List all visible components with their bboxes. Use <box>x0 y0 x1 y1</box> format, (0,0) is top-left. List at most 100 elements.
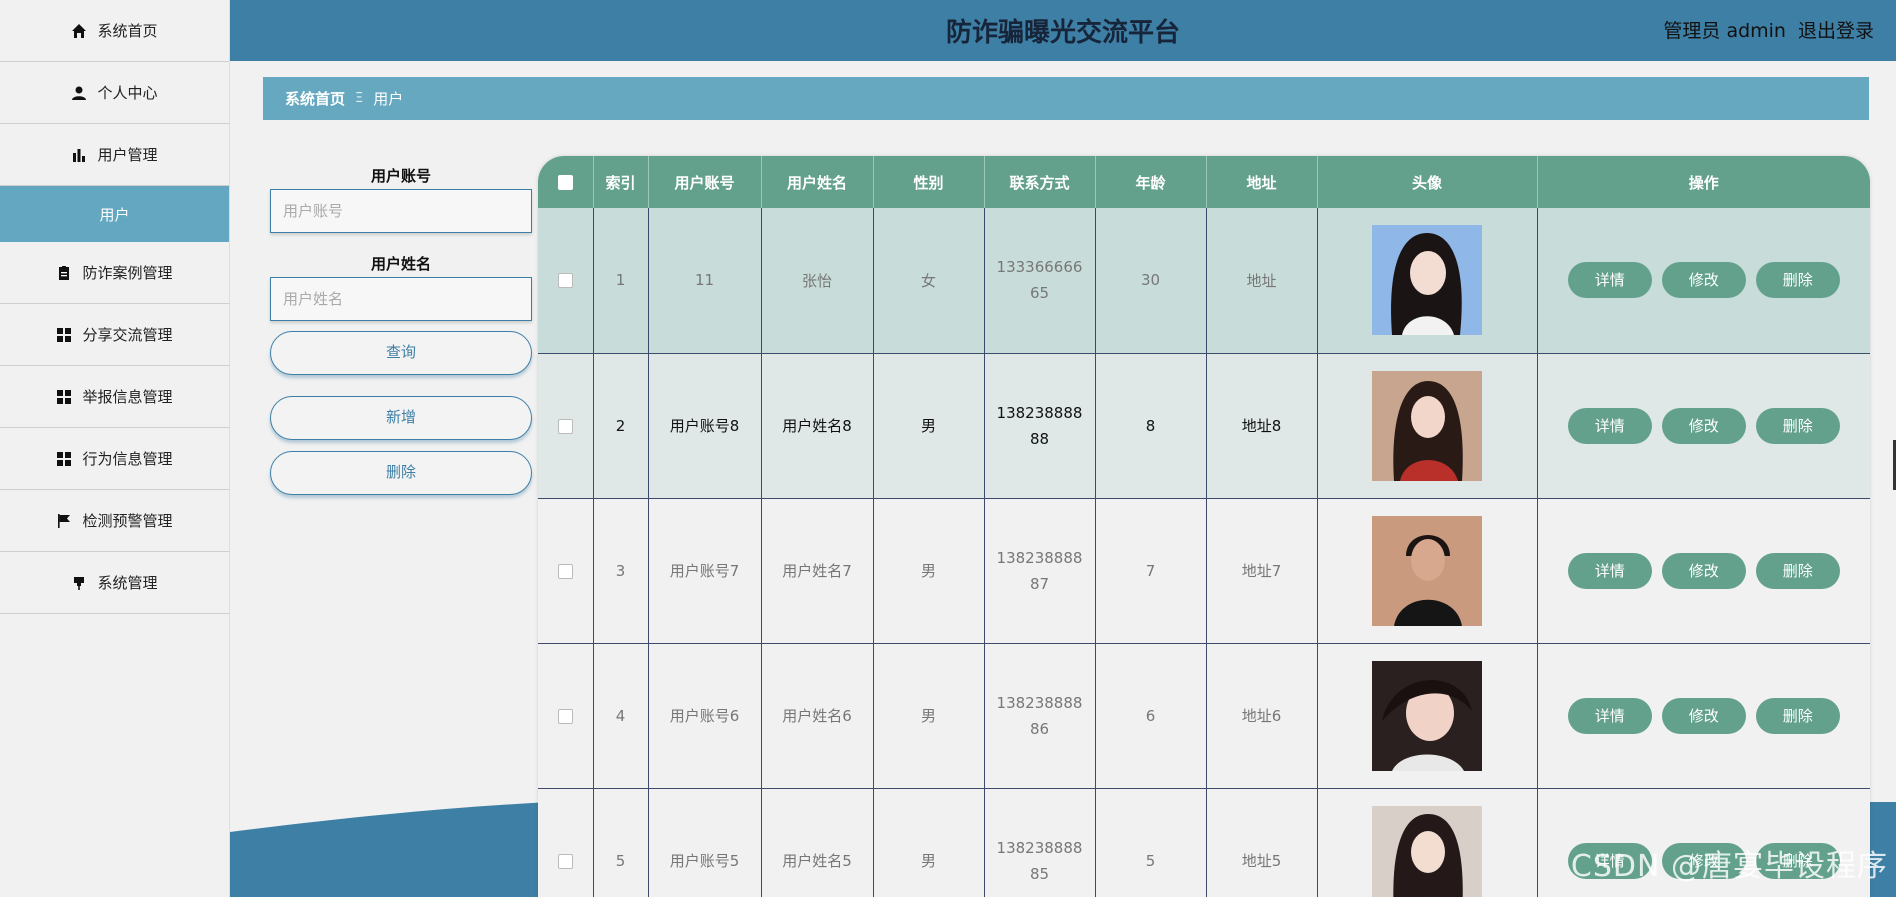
account-label: 用户账号 <box>370 167 431 185</box>
row-checkbox[interactable] <box>557 853 573 869</box>
delete-button[interactable]: 删除 <box>1755 262 1840 299</box>
cell-name: 用户姓名8 <box>761 353 874 499</box>
cell-name: 用户姓名5 <box>761 788 874 897</box>
sidebar-item-label: 用户 <box>99 205 130 224</box>
select-all-checkbox[interactable] <box>557 175 573 190</box>
bar-chart-icon <box>73 148 86 162</box>
sidebar-item-label: 行为信息管理 <box>82 450 173 468</box>
cell-gender: 男 <box>873 788 985 897</box>
column-header[interactable]: 头像 <box>1317 156 1538 208</box>
edit-button[interactable]: 修改 <box>1661 697 1746 734</box>
sidebar-item-behavior[interactable]: 行为信息管理 <box>0 428 229 490</box>
column-header[interactable]: 索引 <box>593 156 649 208</box>
cell-address: 地址8 <box>1206 353 1318 499</box>
sidebar-item-label: 检测预警管理 <box>82 512 173 530</box>
delete-button[interactable]: 删除 <box>1755 552 1840 589</box>
cell-phone: 13823888887 <box>996 548 1083 593</box>
column-header[interactable]: 地址 <box>1206 156 1318 208</box>
clipboard-icon <box>59 265 70 280</box>
table-row[interactable]: 1 11 张怡 女 13336666665 30 地址 详情 修改 删除 <box>538 208 1871 354</box>
row-checkbox[interactable] <box>557 708 573 724</box>
sidebar-item-fraud-cases[interactable]: 防诈案例管理 <box>0 242 229 304</box>
sidebar-item-label: 系统管理 <box>97 574 158 592</box>
row-actions: 详情 修改 删除 <box>1538 697 1871 734</box>
edit-button[interactable]: 修改 <box>1661 552 1746 589</box>
row-checkbox[interactable] <box>557 273 573 289</box>
batch-delete-button[interactable]: 删除 <box>270 451 532 495</box>
name-label: 用户姓名 <box>370 255 431 273</box>
cell-name: 张怡 <box>761 208 874 354</box>
row-actions: 详情 修改 删除 <box>1538 552 1871 589</box>
sidebar-item-warning[interactable]: 检测预警管理 <box>0 490 229 552</box>
user-table: 索引 用户账号 用户姓名 性别 联系方式 年龄 地址 头像 操作 1 11 张怡… <box>538 156 1870 897</box>
sidebar-item-reports[interactable]: 举报信息管理 <box>0 366 229 428</box>
cell-name: 用户姓名7 <box>761 498 874 644</box>
edit-button[interactable]: 修改 <box>1661 262 1746 299</box>
column-header[interactable]: 用户姓名 <box>761 156 874 208</box>
cell-address: 地址7 <box>1206 498 1318 644</box>
cell-account: 11 <box>648 208 762 354</box>
table-row[interactable]: 4 用户账号6 用户姓名6 男 13823888886 6 地址6 详情 修改 … <box>538 643 1871 789</box>
cell-account: 用户账号5 <box>648 788 762 897</box>
cell-gender: 男 <box>873 643 985 789</box>
cell-age: 5 <box>1095 788 1207 897</box>
sidebar-item-system[interactable]: 系统管理 <box>0 552 229 614</box>
cell-address: 地址 <box>1206 208 1318 354</box>
sidebar-item-label: 分享交流管理 <box>82 326 173 344</box>
flag-icon <box>58 513 71 528</box>
column-header[interactable]: 年龄 <box>1095 156 1207 208</box>
delete-button[interactable]: 删除 <box>1755 697 1840 734</box>
detail-button[interactable]: 详情 <box>1567 262 1652 299</box>
column-header[interactable]: 操作 <box>1537 156 1870 208</box>
grid-icon <box>57 389 72 404</box>
name-search-input[interactable] <box>270 277 532 321</box>
sidebar-item-home[interactable]: 系统首页 <box>0 0 229 62</box>
sidebar-item-label: 用户管理 <box>97 146 158 164</box>
cell-account: 用户账号6 <box>648 643 762 789</box>
pin-icon <box>74 576 85 590</box>
row-actions: 详情 修改 删除 <box>1538 407 1871 444</box>
grid-icon <box>57 327 72 342</box>
table-row[interactable]: 3 用户账号7 用户姓名7 男 13823888887 7 地址7 详情 修改 … <box>538 498 1871 644</box>
add-button[interactable]: 新增 <box>270 396 532 440</box>
detail-button[interactable]: 详情 <box>1567 407 1652 444</box>
avatar <box>1372 370 1482 481</box>
cell-phone: 13336666665 <box>996 258 1083 303</box>
search-panel: 用户账号 用户姓名 查询 新增 删除 <box>270 165 532 495</box>
sidebar-item-profile[interactable]: 个人中心 <box>0 62 229 124</box>
detail-button[interactable]: 详情 <box>1567 697 1652 734</box>
sidebar-item-label: 防诈案例管理 <box>82 264 173 282</box>
sidebar-item-user-management[interactable]: 用户管理 <box>0 124 229 186</box>
sidebar-item-share[interactable]: 分享交流管理 <box>0 304 229 366</box>
row-checkbox[interactable] <box>557 418 573 434</box>
cell-gender: 男 <box>873 498 985 644</box>
user-table-container: 索引 用户账号 用户姓名 性别 联系方式 年龄 地址 头像 操作 1 11 张怡… <box>538 156 1870 897</box>
watermark: CSDN @唐宴毕设程序 <box>1570 849 1888 884</box>
column-header[interactable]: 用户账号 <box>648 156 762 208</box>
detail-button[interactable]: 详情 <box>1567 552 1652 589</box>
delete-button[interactable]: 删除 <box>1755 407 1840 444</box>
cell-index: 1 <box>593 208 649 354</box>
logout-link[interactable]: 退出登录 <box>1798 16 1874 43</box>
sidebar-item-users[interactable]: 用户 <box>0 186 229 242</box>
select-all-header[interactable] <box>538 156 594 208</box>
row-actions: 详情 修改 删除 <box>1538 262 1871 299</box>
sidebar-item-label: 系统首页 <box>97 22 158 40</box>
avatar <box>1372 225 1482 336</box>
sidebar-item-label: 举报信息管理 <box>82 388 173 406</box>
cell-gender: 男 <box>873 353 985 499</box>
query-button[interactable]: 查询 <box>270 331 532 375</box>
avatar <box>1372 515 1482 626</box>
edit-button[interactable]: 修改 <box>1661 407 1746 444</box>
user-label: 管理员 admin <box>1663 20 1786 42</box>
table-row[interactable]: 2 用户账号8 用户姓名8 男 13823888888 8 地址8 详情 修改 … <box>538 353 1871 499</box>
column-header[interactable]: 联系方式 <box>984 156 1096 208</box>
cell-age: 7 <box>1095 498 1207 644</box>
row-checkbox[interactable] <box>557 563 573 579</box>
breadcrumb-home[interactable]: 系统首页 <box>285 88 345 109</box>
account-search-input[interactable] <box>270 189 532 233</box>
cell-gender: 女 <box>873 208 985 354</box>
column-header[interactable]: 性别 <box>873 156 985 208</box>
cell-index: 3 <box>593 498 649 644</box>
cell-age: 6 <box>1095 643 1207 789</box>
